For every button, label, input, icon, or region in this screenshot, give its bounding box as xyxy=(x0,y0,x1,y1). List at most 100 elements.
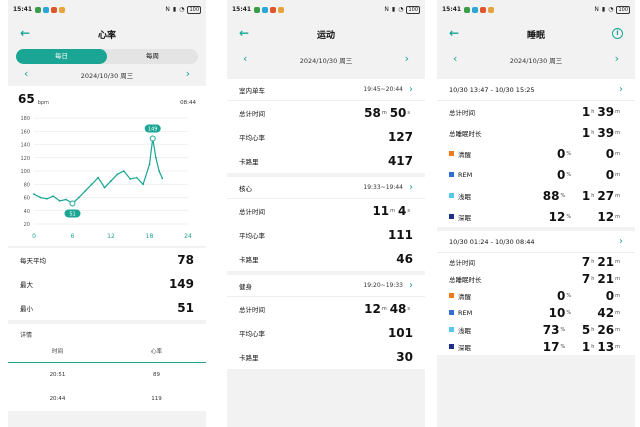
sleep-session-card[interactable]: 10/30 13:47 - 10/30 15:25 › 总计时间 1 h 39 m 总睡眠… xyxy=(437,79,635,227)
exercise-session-card[interactable]: 健身 19:20~19:33 › 总计时间 12 m 48 s 平均心率 101 卡路里 30 xyxy=(227,275,425,369)
minutes-unit: m xyxy=(390,208,396,214)
data-point xyxy=(129,178,132,180)
pct-unit: % xyxy=(566,150,572,157)
chevron-right-icon[interactable]: › xyxy=(186,68,190,80)
chevron-right-icon[interactable]: › xyxy=(619,84,623,95)
hours-unit: h xyxy=(591,326,595,333)
label-avg: 平均心率 xyxy=(239,330,265,338)
battery-indicator: 100 xyxy=(616,5,630,14)
stage-pct: 0 xyxy=(557,288,566,303)
stats-card: 每天平均 78 最大 149 最小 51 xyxy=(8,248,206,320)
stage-minutes: 0 xyxy=(605,146,615,161)
rem-legend-square xyxy=(449,310,454,315)
details-card: 详情 时间 心率 20:51 89 20:44 119 xyxy=(8,324,206,411)
session-range: 10/30 13:47 - 10/30 15:25 xyxy=(449,85,535,94)
data-point xyxy=(116,173,119,176)
chevron-left-icon[interactable]: ‹ xyxy=(24,68,28,80)
table-cell: 89 xyxy=(153,372,160,378)
status-time: 15:41 xyxy=(442,6,462,13)
hours-unit: h xyxy=(591,258,595,265)
back-arrow-icon[interactable]: ← xyxy=(449,27,459,39)
data-point xyxy=(155,156,157,159)
chevron-left-icon[interactable]: ‹ xyxy=(243,53,247,65)
x-tick-label: 0 xyxy=(32,233,36,240)
date-bar: ‹ 2024/10/30 周三 › xyxy=(8,64,206,86)
minutes-value: 21 xyxy=(597,271,615,286)
stage-label: 浅眠 xyxy=(458,192,471,201)
deep-legend-square xyxy=(449,344,454,349)
hours-value: 7 xyxy=(581,254,591,269)
data-point xyxy=(142,183,144,186)
minutes-unit: m xyxy=(615,129,620,136)
table-header-time: 时间 xyxy=(51,348,63,355)
stage-pct: 0 xyxy=(557,167,566,182)
deep-legend-square xyxy=(449,214,454,219)
session-total-row: 总计时间 12 m 48 s xyxy=(227,297,425,321)
stage-row-deep: 深眠 12% 12 m xyxy=(437,206,635,227)
date-bar: ‹ 2024/10/30 周三 › xyxy=(227,49,425,71)
seconds-unit: s xyxy=(407,110,410,116)
stage-minutes: 27 xyxy=(597,188,615,203)
minutes-value: 11 xyxy=(372,204,390,218)
date-label: 2024/10/30 周三 xyxy=(299,57,353,65)
session-cal-row: 卡路里 417 xyxy=(227,149,425,173)
chevron-right-icon[interactable]: › xyxy=(409,182,413,193)
pct-unit: % xyxy=(566,309,572,316)
hours-value: 1 xyxy=(581,125,591,140)
session-cal-row: 卡路里 30 xyxy=(227,345,425,369)
stage-row-awake: 清醒 0% 0 m xyxy=(437,143,635,164)
battery-indicator: 100 xyxy=(187,5,201,14)
stat-row-min: 最小 51 xyxy=(8,296,206,320)
exercise-session-card[interactable]: 核心 19:33~19:44 › 总计时间 11 m 4 s 平均心率 111 卡路里 46 xyxy=(227,177,425,271)
back-arrow-icon[interactable]: ← xyxy=(20,27,30,39)
awake-legend-square xyxy=(449,293,454,298)
status-bar: 15:41 N ▮ ◔ 100 xyxy=(227,0,425,19)
date-bar: ‹ 2024/10/30 周三 › xyxy=(437,49,635,71)
chevron-right-icon[interactable]: › xyxy=(409,280,413,291)
pct-unit: % xyxy=(566,292,572,299)
minutes-value: 58 xyxy=(364,106,381,120)
page-title: 运动 xyxy=(316,30,335,41)
back-arrow-icon[interactable]: ← xyxy=(239,27,249,39)
stage-hours: 1 xyxy=(581,188,591,203)
tab-weekly[interactable]: 每周 xyxy=(107,49,198,64)
minutes-value: 39 xyxy=(597,125,615,140)
data-point xyxy=(45,197,48,200)
stage-label: 浅眠 xyxy=(458,326,471,335)
label-total: 总计时间 xyxy=(239,306,265,314)
exercise-session-card[interactable]: 室内单车 19:45~20:44 › 总计时间 58 m 50 s 平均心率 127 卡路里 4… xyxy=(227,79,425,173)
chevron-right-icon[interactable]: › xyxy=(615,53,619,65)
y-tick-label: 100 xyxy=(20,169,30,175)
label-total: 总计时间 xyxy=(449,258,475,267)
tab-daily[interactable]: 每日 xyxy=(16,49,107,64)
session-avg-row: 平均心率 111 xyxy=(227,223,425,247)
hours-unit: h xyxy=(591,343,595,350)
sleep-total-row: 总计时间 1 h 39 m xyxy=(437,101,635,122)
stage-pct: 10 xyxy=(548,305,566,320)
status-time: 15:41 xyxy=(232,6,252,13)
data-point xyxy=(78,196,80,199)
info-icon[interactable]: i xyxy=(612,28,623,39)
minutes-unit: m xyxy=(615,343,620,350)
data-point xyxy=(65,198,67,201)
data-point xyxy=(103,186,106,189)
session-range: 19:33~19:44 xyxy=(363,184,403,191)
heart-rate-chart: 20 40 60 80 100 120 140 160 180 0 6 12 18 24 149 51 xyxy=(20,116,192,240)
label-cal: 卡路里 xyxy=(239,158,259,166)
stat-label: 最小 xyxy=(20,305,33,313)
chevron-right-icon[interactable]: › xyxy=(619,236,623,247)
avg-hr-value: 101 xyxy=(387,326,413,340)
chevron-right-icon[interactable]: › xyxy=(405,53,409,65)
stat-label: 每天平均 xyxy=(20,257,46,265)
sleep-session-card[interactable]: 10/30 01:24 - 10/30 08:44 › 总计时间 7 h 21 m 总睡眠… xyxy=(437,231,635,355)
data-point xyxy=(97,176,100,179)
session-name: 核心 xyxy=(239,184,252,193)
data-point xyxy=(122,170,125,172)
light-legend-square xyxy=(449,327,454,332)
minutes-unit: m xyxy=(615,108,620,115)
chevron-right-icon[interactable]: › xyxy=(409,84,413,95)
x-tick-label: 24 xyxy=(184,233,192,240)
chevron-left-icon[interactable]: ‹ xyxy=(453,53,457,65)
stage-minutes: 42 xyxy=(597,305,615,320)
table-cell: 119 xyxy=(151,396,162,402)
